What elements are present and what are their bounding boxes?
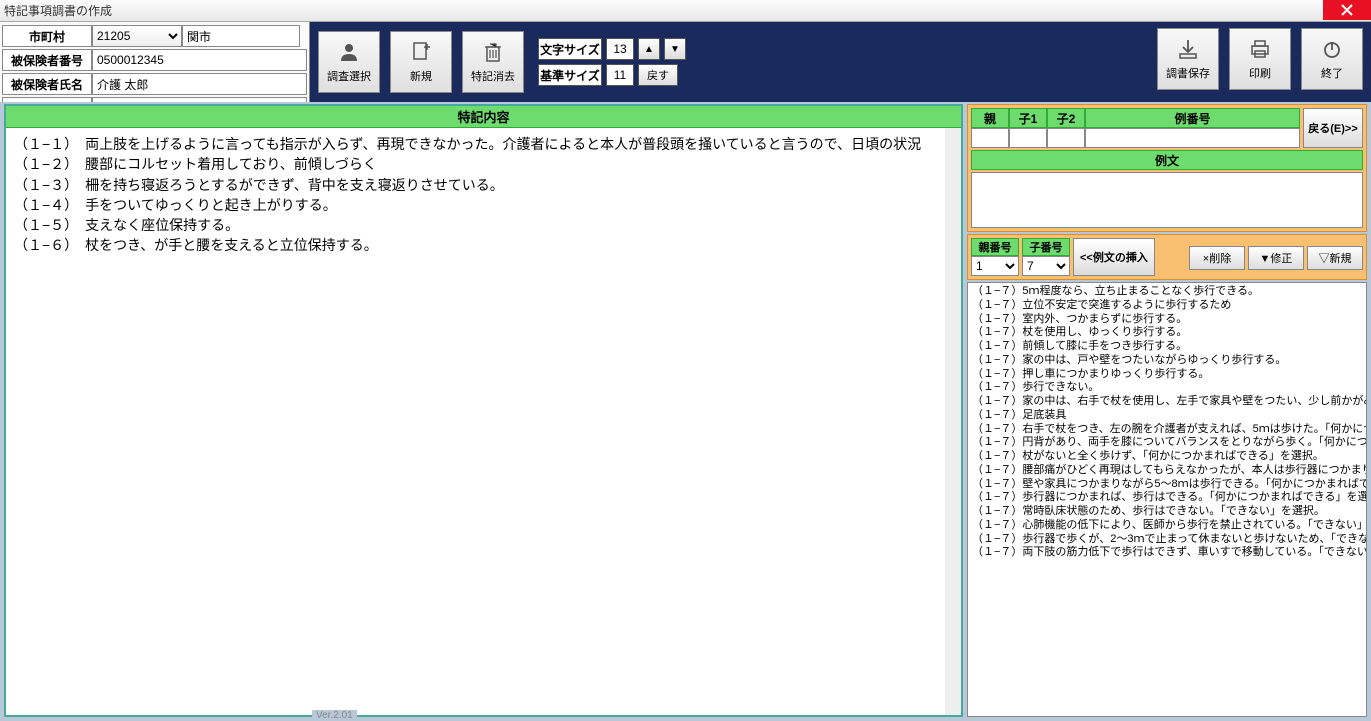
example-list-item[interactable]: （１−７）常時臥床状態のため、歩行はできない。「できない」を選択。 [972, 505, 1362, 519]
reference-control-panel: 親番号 1 子番号 7 <<例文の挿入 ×削除 ▼修正 ▽新規 [967, 234, 1367, 280]
window-title: 特記事項調書の作成 [4, 2, 112, 19]
example-text-area[interactable] [971, 172, 1363, 228]
example-list[interactable]: （１−７）5ｍ程度なら、立ち止まることなく歩行できる。（１−７）立位不安定で突進… [967, 282, 1367, 717]
titlebar: 特記事項調書の作成 [0, 0, 1371, 22]
font-size-input[interactable] [606, 38, 634, 60]
base-size-label: 基準サイズ [538, 64, 602, 86]
child2-value [1047, 128, 1085, 148]
parent-header: 親 [971, 108, 1009, 128]
insured-name: 介護 太郎 [92, 73, 307, 95]
person-icon [337, 40, 361, 64]
back-button[interactable]: 戻る(E)>> [1303, 108, 1363, 148]
print-button[interactable]: 印刷 [1229, 28, 1291, 90]
parent-no-select[interactable]: 1 [971, 256, 1019, 276]
example-list-item[interactable]: （１−７）室内外、つかまらずに歩行する。 [972, 313, 1362, 327]
edit-button[interactable]: ▼修正 [1248, 246, 1304, 270]
new-file-icon [409, 40, 433, 64]
main-toolbar: 調査選択 新規 特記消去 文字サイズ ▲ ▼ 基準サイズ [310, 22, 1371, 102]
example-list-item[interactable]: （１−７）家の中は、戸や壁をつたいながらゆっくり歩行する。 [972, 354, 1362, 368]
close-icon [1341, 4, 1353, 16]
example-list-item[interactable]: （１−７）押し車につかまりゆっくり歩行する。 [972, 368, 1362, 382]
select-survey-button[interactable]: 調査選択 [318, 31, 380, 93]
new-example-button[interactable]: ▽新規 [1307, 246, 1363, 270]
notes-pane: 特記内容 （１−１） 両上肢を上げるように言っても指示が入らず、再現できなかった… [4, 104, 963, 717]
city-name: 関市 [182, 25, 300, 47]
example-text-header: 例文 [971, 150, 1363, 170]
info-panel: 市町村 21205 関市 被保険者番号 0500012345 被保険者氏名 介護… [0, 22, 310, 102]
insured-no: 0500012345 [92, 49, 307, 71]
example-list-item[interactable]: （１−７）歩行できない。 [972, 381, 1362, 395]
example-no-value [1085, 128, 1300, 148]
example-list-item[interactable]: （１−７）心肺機能の低下により、医師から歩行を禁止されている。「できない」を選択 [972, 519, 1362, 533]
font-size-label: 文字サイズ [538, 38, 602, 60]
font-size-down-button[interactable]: ▼ [664, 38, 686, 60]
example-list-item[interactable]: （１−７）5ｍ程度なら、立ち止まることなく歩行できる。 [972, 285, 1362, 299]
child2-header: 子2 [1047, 108, 1085, 128]
insert-example-button[interactable]: <<例文の挿入 [1073, 238, 1155, 276]
example-list-item[interactable]: （１−７）右手で杖をつき、左の腕を介護者が支えれば、5ｍは歩けた。「何かにつかま [972, 423, 1362, 437]
city-code-select[interactable]: 21205 [92, 25, 182, 47]
child-no-header: 子番号 [1022, 238, 1070, 256]
trash-icon [481, 40, 505, 64]
exit-button[interactable]: 終了 [1301, 28, 1363, 90]
save-button[interactable]: 調書保存 [1157, 28, 1219, 90]
example-list-item[interactable]: （１−７）歩行器で歩くが、2〜3ｍで止まって休まないと歩けないため、「できない」… [972, 533, 1362, 547]
base-size-input[interactable] [606, 64, 634, 86]
scrollbar[interactable] [945, 128, 961, 715]
example-list-item[interactable]: （１−７）壁や家具につかまりながら5〜8ｍは歩行できる。「何かにつかまればできる… [972, 478, 1362, 492]
example-list-item[interactable]: （１−７）歩行器につかまれば、歩行はできる。「何かにつかまればできる」を選択。 [972, 491, 1362, 505]
close-button[interactable] [1323, 0, 1371, 20]
example-no-header: 例番号 [1085, 108, 1300, 128]
notes-header: 特記内容 [6, 106, 961, 128]
clear-button[interactable]: 特記消去 [462, 31, 524, 93]
reset-size-button[interactable]: 戻す [638, 64, 678, 86]
example-list-item[interactable]: （１−７）杖を使用し、ゆっくり歩行する。 [972, 326, 1362, 340]
power-icon [1320, 37, 1344, 61]
insured-name-label: 被保険者氏名 [2, 73, 92, 95]
example-list-item[interactable]: （１−７）前傾して膝に手をつき歩行する。 [972, 340, 1362, 354]
example-list-item[interactable]: （１−７）円背があり、両手を膝についてバランスをとりながら歩く。「何かにつかまれ… [972, 436, 1362, 450]
example-list-item[interactable]: （１−７）腰部痛がひどく再現はしてもらえなかったが、本人は歩行器につかまり、1日… [972, 464, 1362, 478]
child1-value [1009, 128, 1047, 148]
insured-no-label: 被保険者番号 [2, 49, 92, 71]
save-icon [1176, 37, 1200, 61]
font-size-up-button[interactable]: ▲ [638, 38, 660, 60]
city-label: 市町村 [2, 25, 92, 47]
print-icon [1248, 37, 1272, 61]
reference-header-panel: 親 子1 子2 例番号 戻る(E)>> 例 [967, 104, 1367, 232]
child1-header: 子1 [1009, 108, 1047, 128]
child-no-select[interactable]: 7 [1022, 256, 1070, 276]
new-button[interactable]: 新規 [390, 31, 452, 93]
notes-textarea[interactable]: （１−１） 両上肢を上げるように言っても指示が入らず、再現できなかった。介護者に… [6, 128, 945, 715]
parent-no-header: 親番号 [971, 238, 1019, 256]
example-list-item[interactable]: （１−７）杖がないと全く歩けず、「何かにつかまればできる」を選択。 [972, 450, 1362, 464]
parent-value [971, 128, 1009, 148]
example-list-item[interactable]: （１−７）家の中は、右手で杖を使用し、左手で家具や壁をつたい、少し前かがみにな [972, 395, 1362, 409]
delete-button[interactable]: ×削除 [1189, 246, 1245, 270]
example-list-item[interactable]: （１−７）立位不安定で突進するように歩行するため [972, 299, 1362, 313]
example-list-item[interactable]: （１−７）両下肢の筋力低下で歩行はできず、車いすで移動している。「できない」を選 [972, 546, 1362, 560]
version-label: Ver.2.01 [312, 710, 357, 721]
example-list-item[interactable]: （１−７）足底装具 [972, 409, 1362, 423]
